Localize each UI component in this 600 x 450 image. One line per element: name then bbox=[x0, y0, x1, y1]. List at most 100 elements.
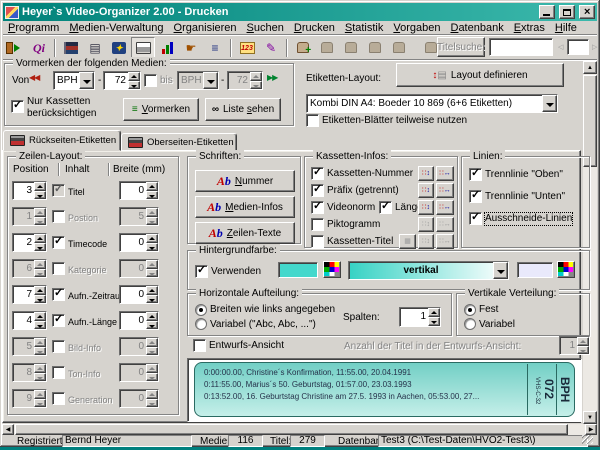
add-media-button[interactable]: + bbox=[291, 37, 315, 59]
col-header-position: Position bbox=[13, 164, 49, 176]
variabel-radio[interactable] bbox=[464, 318, 476, 330]
organize-button[interactable]: ▤ bbox=[83, 37, 107, 59]
liste-sehen-button[interactable]: ∞ Liste sehen bbox=[205, 98, 281, 121]
generation-checkbox[interactable] bbox=[52, 392, 65, 405]
chevron-down-icon[interactable] bbox=[493, 262, 508, 279]
ausschneide-linien-checkbox[interactable] bbox=[469, 212, 482, 225]
breite-spinner[interactable]: 0 bbox=[119, 311, 159, 330]
fest-radio[interactable] bbox=[464, 304, 476, 316]
from-number-spinner[interactable]: 72 bbox=[103, 71, 141, 90]
defaults-button[interactable]: ☛ bbox=[179, 37, 203, 59]
bild-info-checkbox[interactable] bbox=[52, 340, 65, 353]
position-spinner[interactable]: 2 bbox=[12, 233, 47, 252]
menu-programm[interactable]: Programm bbox=[3, 22, 64, 34]
kassetten-titel-checkbox[interactable] bbox=[311, 235, 324, 248]
vormerken-button[interactable]: ≡ Vormerken bbox=[123, 98, 199, 121]
from-prefix-combo[interactable]: BPH bbox=[53, 71, 95, 90]
print-button[interactable] bbox=[131, 37, 155, 59]
breite-spinner[interactable]: 0 bbox=[119, 181, 159, 200]
media-management-button[interactable] bbox=[59, 37, 83, 59]
tab-oberseiten-etiketten[interactable]: Oberseiten-Etiketten bbox=[121, 133, 237, 151]
close-icon: × bbox=[584, 7, 590, 17]
menu-organisieren[interactable]: Organisieren bbox=[169, 22, 242, 34]
statistics-button[interactable] bbox=[155, 37, 179, 59]
gradient-direction-combo[interactable]: vertikal bbox=[348, 261, 509, 280]
layout-definieren-button[interactable]: ↕▤ Layout definieren bbox=[396, 63, 564, 87]
scroll-up-button[interactable]: ▲ bbox=[583, 61, 597, 74]
verwenden-checkbox[interactable] bbox=[195, 265, 208, 278]
spalten-spinner[interactable]: 1 bbox=[399, 307, 441, 327]
menu-drucken[interactable]: Drucken bbox=[289, 22, 340, 34]
app-icon[interactable] bbox=[5, 6, 19, 19]
position-spinner[interactable]: 4 bbox=[12, 311, 47, 330]
tab-rueckseiten-etiketten[interactable]: Rückseiten-Etiketten bbox=[3, 130, 121, 151]
breite-spinner[interactable]: 0 bbox=[119, 233, 159, 252]
scroll-right-button[interactable]: ▶ bbox=[585, 424, 597, 435]
exit-button[interactable] bbox=[3, 37, 27, 59]
color-swatch-1 bbox=[278, 262, 318, 278]
praefix-position-button[interactable]: ∷↕ bbox=[418, 183, 434, 198]
praefix-checkbox[interactable] bbox=[311, 184, 324, 197]
color-picker-button-2[interactable] bbox=[557, 261, 575, 278]
media-first-icon[interactable]: ◀◀ bbox=[29, 73, 39, 83]
label-colors-button[interactable]: ✎ bbox=[259, 37, 283, 59]
search-button[interactable]: ✦ bbox=[107, 37, 131, 59]
menu-suchen[interactable]: Suchen bbox=[242, 22, 289, 34]
menu-extras[interactable]: Extras bbox=[509, 22, 550, 34]
menu-medien-verwaltung[interactable]: Medien-Verwaltung bbox=[64, 22, 168, 34]
media-last-icon[interactable]: ▶▶ bbox=[267, 73, 277, 83]
videonorm-align-button[interactable]: ∷↔ bbox=[436, 200, 454, 215]
timecode-checkbox[interactable] bbox=[52, 236, 65, 249]
renumber-button[interactable]: 123 bbox=[235, 37, 259, 59]
menu-statistik[interactable]: Statistik bbox=[340, 22, 389, 34]
minimize-button[interactable] bbox=[539, 5, 555, 19]
laenge-checkbox[interactable] bbox=[379, 201, 392, 214]
menu-hilfe[interactable]: Hilfe bbox=[550, 22, 582, 34]
scroll-thumb[interactable] bbox=[583, 75, 597, 167]
ton-info-checkbox[interactable] bbox=[52, 366, 65, 379]
nur-kassetten-checkbox[interactable] bbox=[11, 100, 24, 113]
scroll-left-button[interactable]: ◀ bbox=[2, 424, 14, 435]
kategorie-checkbox[interactable] bbox=[52, 262, 65, 275]
menu-datenbank[interactable]: Datenbank bbox=[445, 22, 508, 34]
menu-vorgaben[interactable]: Vorgaben bbox=[388, 22, 445, 34]
checkbox-label: Trennlinie "Oben" bbox=[485, 169, 563, 181]
zeilen-texte-font-button[interactable]: Ab Zeilen-Texte bbox=[195, 222, 295, 244]
bis-checkbox[interactable] bbox=[144, 74, 157, 87]
praefix-align-button[interactable]: ∷↔ bbox=[436, 183, 454, 198]
nummer-position-button[interactable]: ∷↕ bbox=[418, 166, 434, 181]
maximize-button[interactable] bbox=[559, 5, 575, 19]
horizontal-scrollbar[interactable]: ◀ ▶ bbox=[2, 424, 597, 435]
titelsuche-input[interactable] bbox=[489, 38, 553, 56]
quick-info-button[interactable]: Qi bbox=[27, 37, 51, 59]
entwurfs-ansicht-checkbox[interactable] bbox=[193, 339, 206, 352]
postion-checkbox[interactable] bbox=[52, 210, 65, 223]
breiten-radio[interactable] bbox=[195, 304, 207, 316]
scroll-thumb[interactable] bbox=[15, 424, 568, 435]
kassetten-nummer-checkbox[interactable] bbox=[311, 167, 324, 180]
nummer-align-button[interactable]: ∷↔ bbox=[436, 166, 454, 181]
position-spinner[interactable]: 3 bbox=[12, 181, 47, 200]
protocol-button[interactable]: ≡ bbox=[203, 37, 227, 59]
close-button[interactable]: × bbox=[579, 5, 595, 19]
videonorm-checkbox[interactable] bbox=[311, 201, 324, 214]
scroll-down-button[interactable]: ▼ bbox=[583, 411, 597, 424]
chevron-down-icon[interactable] bbox=[542, 95, 557, 112]
aufn-laenge-checkbox[interactable] bbox=[52, 314, 65, 327]
vertikale-verteilung-group: Vertikale Verteilung: Fest Variabel bbox=[456, 293, 590, 336]
breite-spinner[interactable]: 0 bbox=[119, 285, 159, 304]
etiketten-layout-combo[interactable]: Kombi DIN A4: Boeder 10 869 (6+6 Etikett… bbox=[306, 94, 558, 113]
variabel-radio[interactable] bbox=[195, 318, 207, 330]
piktogramm-checkbox[interactable] bbox=[311, 218, 324, 231]
nummer-font-button[interactable]: Ab Nummer bbox=[195, 170, 295, 192]
videonorm-position-button[interactable]: ∷↕ bbox=[418, 200, 434, 215]
color-picker-button-1[interactable] bbox=[323, 261, 341, 278]
position-spinner[interactable]: 7 bbox=[12, 285, 47, 304]
medien-infos-font-button[interactable]: Ab Medien-Infos bbox=[195, 196, 295, 218]
aufn-zeitraum-checkbox[interactable] bbox=[52, 288, 65, 301]
trennlinie-oben-checkbox[interactable] bbox=[469, 168, 482, 181]
etiketten-partial-checkbox[interactable] bbox=[306, 114, 319, 127]
schriften-group: Schriften: Ab Nummer Ab Medien-Infos Ab … bbox=[187, 156, 301, 244]
trennlinie-unten-checkbox[interactable] bbox=[469, 190, 482, 203]
chevron-down-icon[interactable] bbox=[79, 72, 94, 89]
